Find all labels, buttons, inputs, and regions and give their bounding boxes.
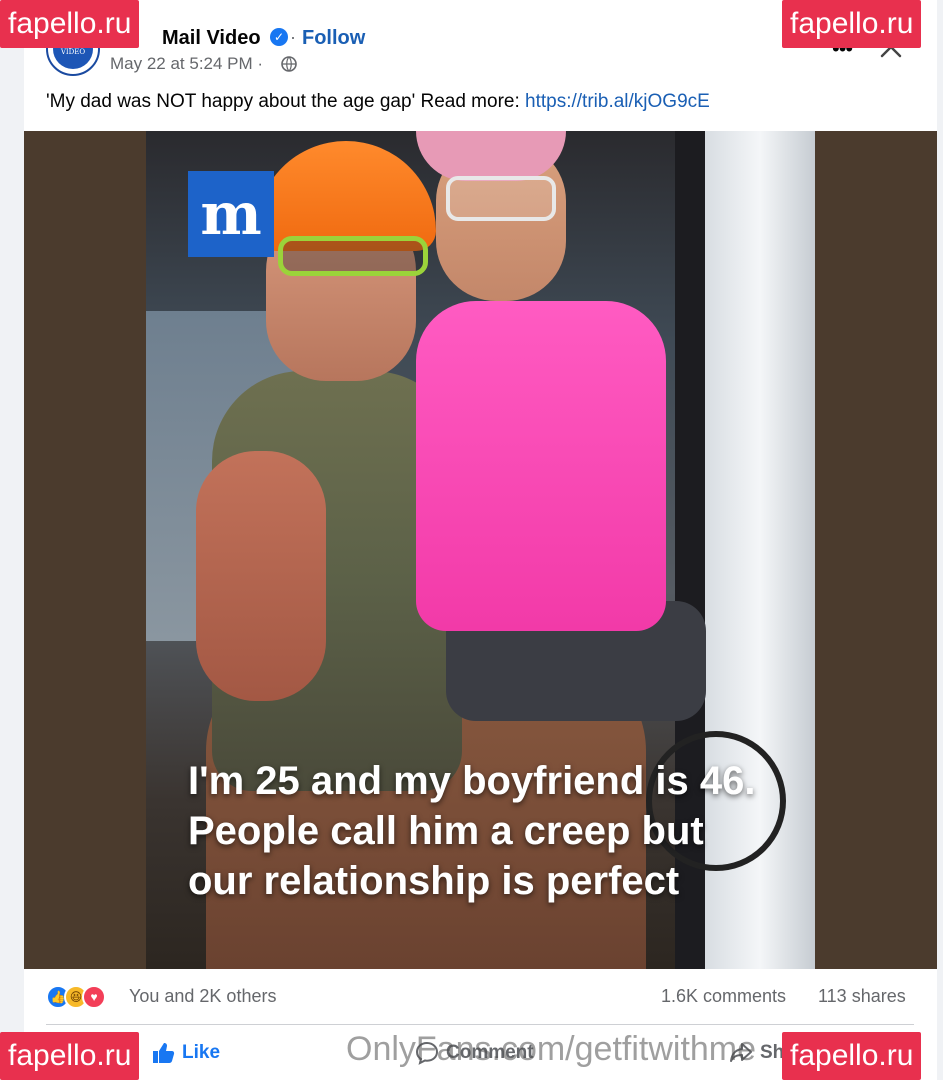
man-arm <box>196 451 326 701</box>
man-helmet <box>256 141 436 251</box>
shares-count[interactable]: 113 shares <box>818 986 906 1007</box>
globe-icon <box>281 56 297 72</box>
onlyfans-watermark: OnlyFans.com/getfitwithme <box>346 1030 757 1068</box>
verified-icon: ✓ <box>270 28 288 46</box>
page-name[interactable]: Mail Video <box>162 27 261 50</box>
post-caption: 'My dad was NOT happy about the age gap'… <box>46 91 526 112</box>
daily-mail-logo: m <box>188 171 274 257</box>
like-button[interactable]: Like <box>150 1040 220 1070</box>
image-headline: I'm 25 and my boyfriend is 46. People ca… <box>188 759 756 903</box>
post-link[interactable]: https://trib.al/kjOG9cE <box>525 91 710 112</box>
like-label: Like <box>182 1042 221 1064</box>
reaction-icons[interactable]: 👍 😆 ♥ <box>46 985 126 1009</box>
watermark-bottom-left: fapello.ru <box>0 1032 140 1080</box>
man-glasses <box>278 236 428 276</box>
post-image[interactable]: m I'm 25 and my boyfriend is 46. People … <box>24 131 937 969</box>
divider <box>46 1024 914 1025</box>
post-timestamp[interactable]: May 22 at 5:24 PM · <box>110 54 263 74</box>
watermark-bottom-right: fapello.ru <box>782 1032 922 1080</box>
watermark-top-left: fapello.ru <box>0 0 140 48</box>
love-reaction-icon: ♥ <box>82 985 106 1009</box>
comments-count[interactable]: 1.6K comments <box>661 986 786 1007</box>
post-text: 'My dad was NOT happy about the age gap'… <box>46 91 710 113</box>
separator-dot: · <box>290 27 296 47</box>
like-icon <box>153 1043 175 1063</box>
reactions-summary[interactable]: You and 2K others <box>129 986 276 1007</box>
woman-top <box>416 301 666 631</box>
woman-glasses <box>446 176 556 221</box>
watermark-top-right: fapello.ru <box>782 0 922 48</box>
image-letterbox-left <box>24 131 146 969</box>
image-letterbox-right <box>815 131 937 969</box>
follow-button[interactable]: Follow <box>302 27 365 50</box>
